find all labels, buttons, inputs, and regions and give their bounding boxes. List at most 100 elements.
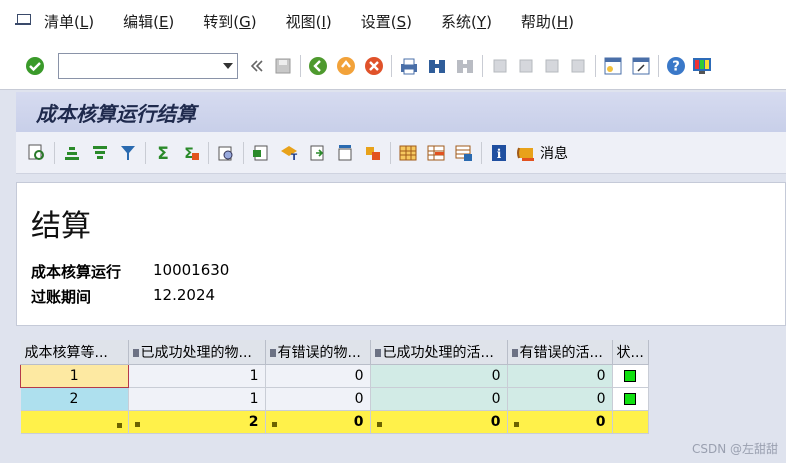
costing-run-label: 成本核算运行	[31, 263, 122, 281]
status-green-light-icon	[624, 369, 637, 382]
menu-item-goto[interactable]: 转到(G)	[203, 11, 256, 32]
print-preview-icon[interactable]	[215, 142, 237, 164]
total-marker-icon	[271, 421, 277, 427]
chevron-down-icon[interactable]	[223, 62, 233, 69]
table-header-row: 成本核算等... 已成功处理的物... 有错误的物... 已成功处理的活... …	[20, 340, 649, 365]
export-spreadsheet-icon[interactable]	[250, 142, 272, 164]
menu-item-settings[interactable]: 设置(S)	[361, 11, 412, 32]
save-icon[interactable]	[272, 55, 294, 77]
cell-error-materials[interactable]: 0	[265, 387, 371, 411]
cell-total-ok-activities[interactable]: 0	[370, 410, 508, 434]
toolbar-separator	[390, 141, 391, 164]
cell-ok-materials[interactable]: 1	[128, 364, 266, 388]
back-icon[interactable]	[307, 55, 329, 77]
collapse-icon[interactable]	[246, 55, 268, 77]
shortcut-icon[interactable]	[630, 55, 652, 77]
cell-error-activities[interactable]: 0	[507, 387, 613, 411]
enter-check-icon[interactable]	[24, 55, 46, 77]
status-green-light-icon	[624, 392, 637, 405]
sort-ascending-icon[interactable]	[61, 142, 83, 164]
first-page-icon[interactable]	[489, 55, 511, 77]
cancel-icon[interactable]	[363, 55, 385, 77]
menu-item-view[interactable]: 视图(I)	[286, 11, 332, 32]
previous-page-icon[interactable]	[515, 55, 537, 77]
local-file-icon[interactable]	[306, 142, 328, 164]
menu-item-system[interactable]: 系统(Y)	[441, 11, 492, 32]
total-row[interactable]: 2 0 0 0	[20, 410, 649, 434]
toolbar-separator	[243, 141, 244, 164]
word-processing-icon[interactable]: T	[278, 142, 300, 164]
section-heading: 结算	[31, 209, 91, 244]
table-row[interactable]: 2 1 0 0 0	[20, 387, 649, 411]
column-header-ok-activities[interactable]: 已成功处理的活...	[370, 340, 508, 365]
print-icon[interactable]	[398, 55, 420, 77]
application-toolbar: Σ Σ T i 消息	[16, 132, 786, 174]
svg-text:T: T	[291, 153, 298, 163]
toolbar-separator	[54, 141, 55, 164]
new-session-icon[interactable]	[602, 55, 624, 77]
sort-marker-icon	[132, 348, 139, 357]
menu-item-edit[interactable]: 编辑(E)	[123, 11, 174, 32]
page-title: 成本核算运行结算	[36, 101, 196, 126]
command-field[interactable]	[58, 52, 238, 79]
column-header-costing-level[interactable]: 成本核算等...	[20, 340, 129, 365]
posting-period-row: 过账期间 12.2024	[31, 286, 215, 307]
total-marker-icon	[134, 421, 140, 427]
svg-text:i: i	[497, 147, 502, 161]
cell-ok-activities[interactable]: 0	[370, 364, 508, 388]
customize-layout-icon[interactable]	[691, 55, 713, 77]
total-marker-icon	[116, 423, 122, 428]
cell-error-materials[interactable]: 0	[265, 364, 371, 388]
posting-period-label: 过账期间	[31, 288, 92, 306]
header-panel: 结算 成本核算运行 10001630 过账期间 12.2024	[16, 182, 786, 326]
toolbar-separator	[300, 54, 301, 77]
save-layout-icon[interactable]	[453, 142, 475, 164]
exit-icon[interactable]	[335, 55, 357, 77]
info-icon[interactable]: i	[488, 142, 510, 164]
messages-button[interactable]: 消息	[540, 143, 568, 163]
cell-total-ok-materials[interactable]: 2	[128, 410, 266, 434]
cell-ok-materials[interactable]: 1	[128, 387, 266, 411]
change-layout-icon[interactable]	[397, 142, 419, 164]
sum-icon[interactable]: Σ	[152, 142, 174, 164]
column-header-ok-materials[interactable]: 已成功处理的物...	[128, 340, 266, 365]
column-header-error-materials[interactable]: 有错误的物...	[265, 340, 371, 365]
cell-status[interactable]	[612, 387, 649, 411]
select-layout-icon[interactable]	[425, 142, 447, 164]
subtotal-icon[interactable]: Σ	[180, 142, 202, 164]
toolbar-separator	[595, 54, 596, 77]
menu-item-list[interactable]: 清单(L)	[44, 11, 94, 32]
find-icon[interactable]	[426, 55, 448, 77]
graphic-icon[interactable]	[362, 142, 384, 164]
toolbar-separator	[481, 141, 482, 164]
cell-total-error-materials[interactable]: 0	[265, 410, 371, 434]
total-marker-icon	[376, 421, 382, 427]
sort-descending-icon[interactable]	[89, 142, 111, 164]
result-table: 成本核算等... 已成功处理的物... 有错误的物... 已成功处理的活... …	[20, 340, 649, 434]
next-page-icon[interactable]	[541, 55, 563, 77]
table-row[interactable]: 1 1 0 0 0	[20, 363, 649, 388]
menu-item-help[interactable]: 帮助(H)	[521, 11, 574, 32]
cell-total-status	[612, 410, 649, 434]
last-page-icon[interactable]	[567, 55, 589, 77]
cell-error-activities[interactable]: 0	[507, 364, 613, 388]
detail-icon[interactable]	[26, 142, 48, 164]
column-header-error-activities[interactable]: 有错误的活...	[507, 340, 613, 365]
help-icon[interactable]: ?	[665, 55, 687, 77]
cell-status[interactable]	[612, 364, 649, 388]
svg-text:?: ?	[672, 59, 680, 74]
menu-window-icon[interactable]	[14, 10, 36, 32]
send-mail-icon[interactable]	[334, 142, 356, 164]
title-bar: 成本核算运行结算	[16, 92, 786, 132]
messages-icon[interactable]	[516, 142, 538, 164]
sort-marker-icon	[269, 348, 276, 357]
cell-costing-level[interactable]: 2	[20, 387, 129, 411]
cell-ok-activities[interactable]: 0	[370, 387, 508, 411]
cell-costing-level[interactable]: 1	[20, 363, 129, 388]
find-next-icon[interactable]	[454, 55, 476, 77]
cell-total-error-activities[interactable]: 0	[507, 410, 613, 434]
filter-icon[interactable]	[117, 142, 139, 164]
column-header-status[interactable]: 状...	[612, 340, 649, 365]
posting-period-value: 12.2024	[153, 286, 216, 304]
watermark: CSDN @左甜甜	[691, 442, 778, 456]
